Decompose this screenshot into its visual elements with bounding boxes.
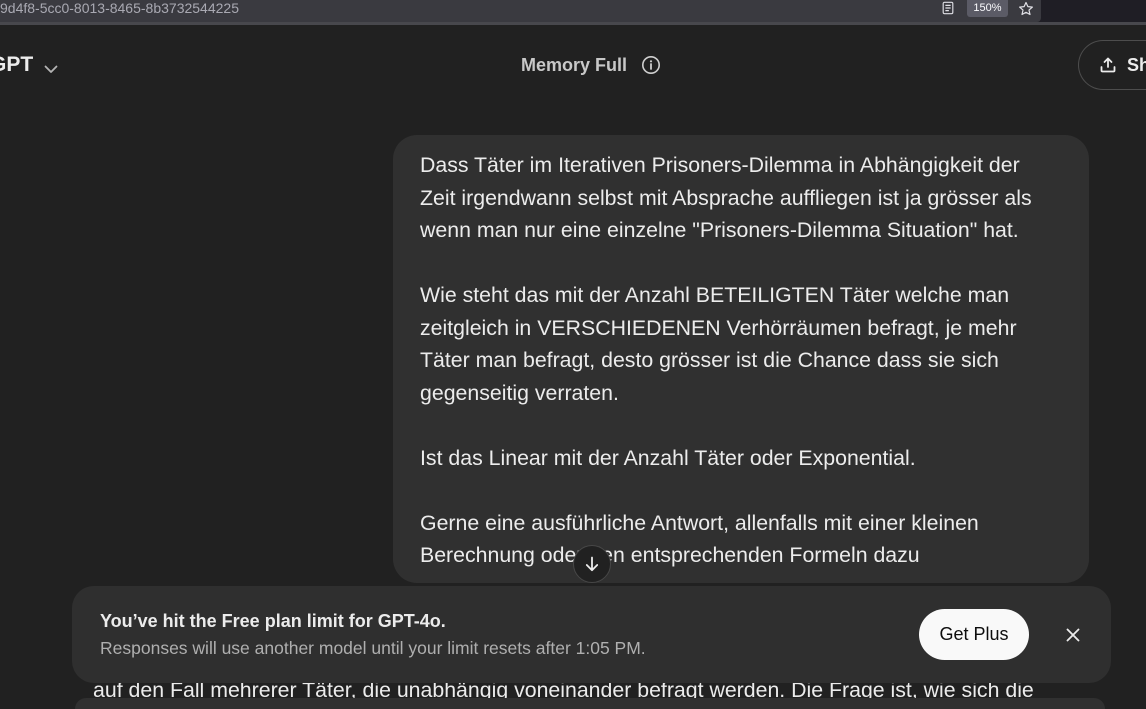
reader-view-icon[interactable] [941, 1, 955, 15]
message-paragraph: Gerne eine ausführliche Antwort, allenfa… [420, 507, 1089, 572]
scroll-to-bottom-button[interactable] [573, 545, 611, 583]
share-button-label: Sh [1127, 55, 1146, 75]
get-plus-button[interactable]: Get Plus [919, 609, 1029, 660]
message-line: wenn man nur eine einzelne "Prisoners-Di… [420, 218, 1019, 242]
message-line: Gerne eine ausführliche Antwort, allenfa… [420, 510, 979, 535]
browser-toolbar: 9d4f8-5cc0-8013-8465-8b3732544225 150% [0, 0, 1146, 22]
message-line: Ist das Linear mit der Anzahl Täter oder… [420, 445, 916, 470]
toolbar-divider [0, 22, 1146, 25]
message-line: Berechnung oder den entsprechenden Forme… [420, 543, 920, 567]
message-composer[interactable] [75, 698, 1105, 709]
chevron-down-icon[interactable] [44, 61, 58, 73]
message-paragraph: Wie steht das mit der Anzahl BETEILIGTEN… [420, 279, 1089, 409]
message-paragraph: Dass Täter im Iterativen Prisoners-Dilem… [420, 149, 1089, 247]
close-icon[interactable] [1065, 627, 1081, 643]
banner-title: You’ve hit the Free plan limit for GPT-4… [100, 611, 446, 631]
message-line: gegenseitig verraten. [420, 380, 619, 405]
url-text[interactable]: 9d4f8-5cc0-8013-8465-8b3732544225 [0, 0, 239, 17]
memory-status-label: Memory Full [521, 55, 628, 75]
url-bar[interactable]: 9d4f8-5cc0-8013-8465-8b3732544225 150% [0, 0, 1041, 22]
share-button[interactable]: Sh [1078, 40, 1146, 90]
message-line: Täter man befragt, desto grösser ist die… [420, 348, 999, 372]
message-line: zeitgleich in VERSCHIEDENEN Verhörräumen… [420, 315, 1017, 340]
zoom-level-badge[interactable]: 150% [967, 0, 1008, 17]
message-line: Zeit irgendwann selbst mit Absprache auf… [420, 185, 1032, 210]
arrow-down-icon [585, 556, 599, 572]
message-line: Dass Täter im Iterativen Prisoners-Dilem… [420, 153, 1020, 177]
banner-subtitle: Responses will use another model until y… [100, 638, 646, 658]
message-paragraph: Ist das Linear mit der Anzahl Täter oder… [420, 442, 1089, 475]
plan-limit-banner: You’ve hit the Free plan limit for GPT-4… [72, 586, 1111, 683]
user-message-bubble: Dass Täter im Iterativen Prisoners-Dilem… [393, 135, 1089, 583]
share-upload-icon [1099, 56, 1117, 74]
info-icon[interactable] [641, 55, 661, 75]
message-line: Wie steht das mit der Anzahl BETEILIGTEN… [420, 283, 1010, 307]
model-selector-label[interactable]: GPT [0, 53, 33, 77]
bookmark-star-icon[interactable] [1018, 1, 1034, 17]
